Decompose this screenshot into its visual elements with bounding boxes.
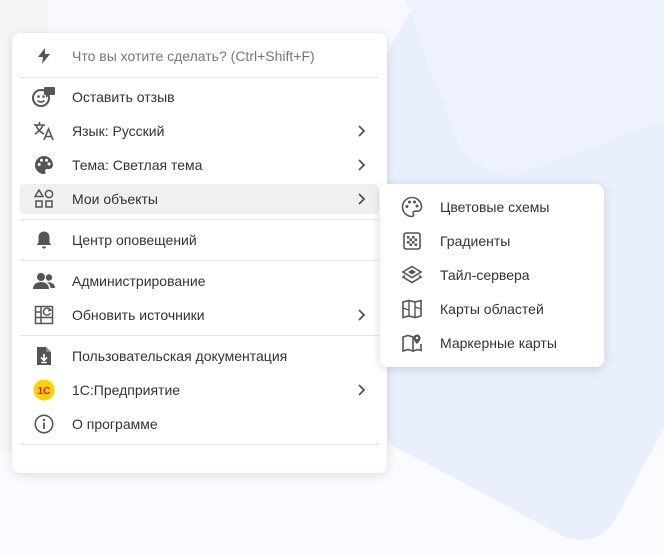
lightning-icon	[32, 44, 56, 68]
theme-label: Тема: Светлая тема	[72, 157, 203, 173]
user-docs-label: Пользовательская документация	[72, 348, 288, 364]
onec-logo-text: 1С	[38, 386, 51, 397]
area-map-icon	[400, 297, 424, 321]
feedback-icon	[32, 85, 56, 109]
tile-servers-item[interactable]: Тайл-сервера	[388, 260, 596, 290]
tile-servers-label: Тайл-сервера	[440, 267, 530, 283]
divider	[20, 260, 379, 261]
chevron-right-icon	[358, 159, 366, 171]
user-docs-item[interactable]: Пользовательская документация	[20, 341, 379, 371]
translate-icon	[32, 119, 56, 143]
divider	[20, 335, 379, 336]
shapes-icon	[32, 187, 56, 211]
document-download-icon	[32, 344, 56, 368]
color-schemes-label: Цветовые схемы	[440, 199, 550, 215]
marker-maps-item[interactable]: Маркерные карты	[388, 328, 596, 358]
color-schemes-item[interactable]: Цветовые схемы	[388, 192, 596, 222]
onec-label: 1С:Предприятие	[72, 382, 181, 398]
layers-icon	[400, 263, 424, 287]
feedback-label: Оставить отзыв	[72, 89, 175, 105]
main-menu: Что вы хотите сделать? (Ctrl+Shift+F) Ос…	[12, 33, 387, 473]
refresh-sources-label: Обновить источники	[72, 307, 205, 323]
chevron-right-icon	[358, 309, 366, 321]
area-maps-label: Карты областей	[440, 301, 544, 317]
chevron-right-icon	[358, 125, 366, 137]
marker-map-icon	[400, 331, 424, 355]
onec-logo-icon: 1С	[32, 378, 56, 402]
administration-item[interactable]: Администрирование	[20, 266, 379, 296]
divider	[20, 77, 379, 78]
bell-icon	[32, 228, 56, 252]
palette-icon	[32, 153, 56, 177]
palette-outline-icon	[400, 195, 424, 219]
my-objects-item[interactable]: Мои объекты	[20, 184, 379, 214]
area-maps-item[interactable]: Карты областей	[388, 294, 596, 324]
feedback-item[interactable]: Оставить отзыв	[20, 82, 379, 112]
about-item[interactable]: О программе	[20, 409, 379, 439]
people-icon	[32, 269, 56, 293]
chevron-right-icon	[358, 193, 366, 205]
divider	[20, 219, 379, 220]
administration-label: Администрирование	[72, 273, 206, 289]
refresh-sources-icon	[32, 303, 56, 327]
theme-item[interactable]: Тема: Светлая тема	[20, 150, 379, 180]
notifications-label: Центр оповещений	[72, 232, 197, 248]
info-icon	[32, 412, 56, 436]
language-item[interactable]: Язык: Русский	[20, 116, 379, 146]
gradients-item[interactable]: Градиенты	[388, 226, 596, 256]
my-objects-submenu: Цветовые схемы Градиенты Тайл-сервера Ка…	[380, 184, 604, 367]
language-label: Язык: Русский	[72, 123, 165, 139]
refresh-sources-item[interactable]: Обновить источники	[20, 300, 379, 330]
gradient-icon	[400, 229, 424, 253]
marker-maps-label: Маркерные карты	[440, 335, 557, 351]
notifications-item[interactable]: Центр оповещений	[20, 225, 379, 255]
divider	[20, 444, 379, 445]
search-placeholder: Что вы хотите сделать? (Ctrl+Shift+F)	[72, 48, 315, 64]
onec-item[interactable]: 1С 1С:Предприятие	[20, 375, 379, 405]
about-label: О программе	[72, 416, 158, 432]
command-search[interactable]: Что вы хотите сделать? (Ctrl+Shift+F)	[20, 41, 379, 71]
chevron-right-icon	[358, 384, 366, 396]
gradients-label: Градиенты	[440, 233, 511, 249]
my-objects-label: Мои объекты	[72, 191, 158, 207]
